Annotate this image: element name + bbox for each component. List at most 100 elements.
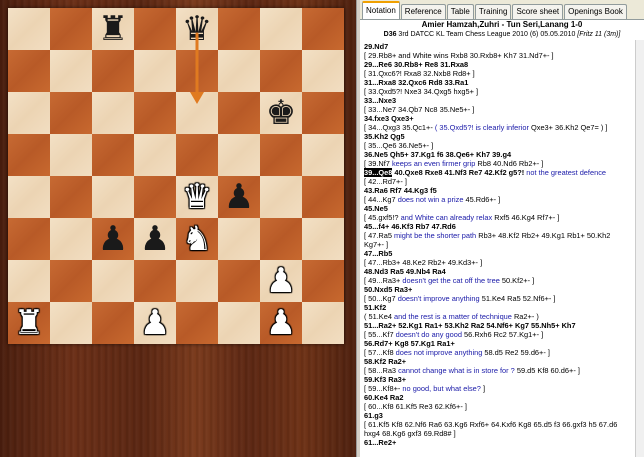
square-h4[interactable]: [302, 176, 344, 218]
square-a7[interactable]: [8, 50, 50, 92]
variation-move[interactable]: Kg7+- ]: [364, 240, 388, 249]
square-g4[interactable]: [260, 176, 302, 218]
move-line[interactable]: 33...Nxe3: [364, 96, 634, 105]
main-move[interactable]: 45.Ne5: [364, 204, 388, 213]
move-line[interactable]: [ 45.gxf5!? and White can already relax …: [364, 213, 634, 222]
square-e7[interactable]: [176, 50, 218, 92]
square-h6[interactable]: [302, 92, 344, 134]
square-g1[interactable]: ♟: [260, 302, 302, 344]
move-line[interactable]: [ 57...Kf8 does not improve anything 58.…: [364, 348, 634, 357]
square-c3[interactable]: ♟: [92, 218, 134, 260]
square-f4[interactable]: ♟: [218, 176, 260, 218]
variation-move[interactable]: hxg4 68.Kg6 gxf3 69.Rd8# ]: [364, 429, 456, 438]
black-pawn-icon[interactable]: ♟: [134, 218, 176, 260]
move-line[interactable]: [ 50...Kg7 doesn't improve anything 51.K…: [364, 294, 634, 303]
move-line[interactable]: 45.Ne5: [364, 204, 634, 213]
move-line[interactable]: [ 49...Ra3+ doesn't get the cat off the …: [364, 276, 634, 285]
variation-move[interactable]: [ 45.gxf5!?: [364, 213, 401, 222]
variation-move[interactable]: [ 34...Qxg3 35.Qc1+-: [364, 123, 435, 132]
square-b4[interactable]: [50, 176, 92, 218]
square-a4[interactable]: [8, 176, 50, 218]
square-g5[interactable]: [260, 134, 302, 176]
square-f7[interactable]: [218, 50, 260, 92]
main-move[interactable]: 48.Nd3 Ra5 49.Nb4 Ra4: [364, 267, 446, 276]
move-line[interactable]: [ 33.Qxd5?! Nxe3 34.Qxg5 hxg5+ ]: [364, 87, 634, 96]
main-move[interactable]: 58.Kf2 Ra2+: [364, 357, 406, 366]
black-queen-icon[interactable]: ♛: [176, 8, 218, 50]
square-d7[interactable]: [134, 50, 176, 92]
variation-move[interactable]: [ 60...Kf8 61.Kf5 Re3 62.Kf6+- ]: [364, 402, 467, 411]
variation-move[interactable]: 51.Ke4 Ra5 52.Nf6+- ]: [482, 294, 556, 303]
white-pawn-icon[interactable]: ♟: [134, 302, 176, 344]
main-move[interactable]: 50.Nxd5 Ra3+: [364, 285, 412, 294]
square-b8[interactable]: [50, 8, 92, 50]
main-move[interactable]: 56.Rd7+ Kg8 57.Kg1 Ra1+: [364, 339, 455, 348]
main-move[interactable]: 61.g3: [364, 411, 383, 420]
square-h2[interactable]: [302, 260, 344, 302]
move-line[interactable]: [ 47.Ra5 might be the shorter path Rb3+ …: [364, 231, 634, 240]
current-move[interactable]: 39...Qe8: [364, 168, 393, 177]
main-move[interactable]: 33...Nxe3: [364, 96, 396, 105]
move-line[interactable]: [ 60...Kf8 61.Kf5 Re3 62.Kf6+- ]: [364, 402, 634, 411]
variation-move[interactable]: [ 42...Rd7+- ]: [364, 177, 407, 186]
square-c2[interactable]: [92, 260, 134, 302]
white-pawn-icon[interactable]: ♟: [260, 260, 302, 302]
move-line[interactable]: 39...Qe8 40.Qxe8 Rxe8 41.Nf3 Re7 42.Kf2 …: [364, 168, 634, 177]
square-a6[interactable]: [8, 92, 50, 134]
square-g3[interactable]: [260, 218, 302, 260]
main-move[interactable]: 31...Rxa8 32.Qxc6 Rd8 33.Ra1: [364, 78, 468, 87]
variation-move[interactable]: Rxf5 46.Kg4 Rf7+- ]: [494, 213, 559, 222]
move-line[interactable]: 35.Kh2 Qg5: [364, 132, 634, 141]
square-d5[interactable]: [134, 134, 176, 176]
main-move[interactable]: 43.Ra6 Rf7 44.Kg3 f5: [364, 186, 437, 195]
move-line[interactable]: 51.Kf2: [364, 303, 634, 312]
variation-move[interactable]: [ 33...Ne7 34.Qb7 Nc8 35.Ne5+- ]: [364, 105, 474, 114]
variation-move[interactable]: [ 31.Qxc6?! Rxa8 32.Nxb8 Rd8+ ]: [364, 69, 475, 78]
move-line[interactable]: [ 44...Kg7 does not win a prize 45.Rd6+-…: [364, 195, 634, 204]
square-b5[interactable]: [50, 134, 92, 176]
move-line[interactable]: hxg4 68.Kg6 gxf3 69.Rd8# ]: [364, 429, 634, 438]
move-line[interactable]: [ 55...Kf7 doesn't do any good 56.Rxh6 R…: [364, 330, 634, 339]
variation-move[interactable]: 45.Rd6+- ]: [466, 195, 501, 204]
square-f6[interactable]: [218, 92, 260, 134]
variation-move[interactable]: [ 33.Qxd5?! Nxe3 34.Qxg5 hxg5+ ]: [364, 87, 478, 96]
square-f8[interactable]: [218, 8, 260, 50]
main-move[interactable]: 51...Ra2+ 52.Kg1 Ra1+ 53.Kh2 Ra2 54.Nf6+…: [364, 321, 576, 330]
square-d6[interactable]: [134, 92, 176, 134]
square-e8[interactable]: ♛: [176, 8, 218, 50]
square-e2[interactable]: [176, 260, 218, 302]
square-d2[interactable]: [134, 260, 176, 302]
move-line[interactable]: [ 42...Rd7+- ]: [364, 177, 634, 186]
move-line[interactable]: 48.Nd3 Ra5 49.Nb4 Ra4: [364, 267, 634, 276]
square-h3[interactable]: [302, 218, 344, 260]
square-c1[interactable]: [92, 302, 134, 344]
move-line[interactable]: [ 59...Kf8+- no good, but what else? ]: [364, 384, 634, 393]
square-h1[interactable]: [302, 302, 344, 344]
move-line[interactable]: [ 58...Ra3 cannot change what is in stor…: [364, 366, 634, 375]
square-f3[interactable]: [218, 218, 260, 260]
variation-move[interactable]: [ 39.Nf7: [364, 159, 392, 168]
variation-move[interactable]: [ 47.Ra5: [364, 231, 394, 240]
variation-move[interactable]: [ 50...Kg7: [364, 294, 398, 303]
variation-move[interactable]: [ 35...Qe6 36.Ne5+- ]: [364, 141, 433, 150]
square-d4[interactable]: [134, 176, 176, 218]
square-e5[interactable]: [176, 134, 218, 176]
square-b3[interactable]: [50, 218, 92, 260]
variation-move[interactable]: ]: [483, 384, 485, 393]
black-pawn-icon[interactable]: ♟: [92, 218, 134, 260]
square-a5[interactable]: [8, 134, 50, 176]
square-g8[interactable]: [260, 8, 302, 50]
move-line[interactable]: [ 33...Ne7 34.Qb7 Nc8 35.Ne5+- ]: [364, 105, 634, 114]
main-move[interactable]: 29.Nd7: [364, 42, 388, 51]
variation-move[interactable]: 56.Rxh6 Rc2 57.Kg1+- ]: [464, 330, 543, 339]
square-a3[interactable]: [8, 218, 50, 260]
black-rook-icon[interactable]: ♜: [92, 8, 134, 50]
move-line[interactable]: [ 35...Qe6 36.Ne5+- ]: [364, 141, 634, 150]
main-move[interactable]: 61...Re2+: [364, 438, 396, 447]
square-e6[interactable]: [176, 92, 218, 134]
move-line[interactable]: [ 31.Qxc6?! Rxa8 32.Nxb8 Rd8+ ]: [364, 69, 634, 78]
move-line[interactable]: 61.g3: [364, 411, 634, 420]
move-line[interactable]: 47...Rb5: [364, 249, 634, 258]
tab-table[interactable]: Table: [446, 4, 474, 19]
white-queen-icon[interactable]: ♛: [176, 176, 218, 218]
